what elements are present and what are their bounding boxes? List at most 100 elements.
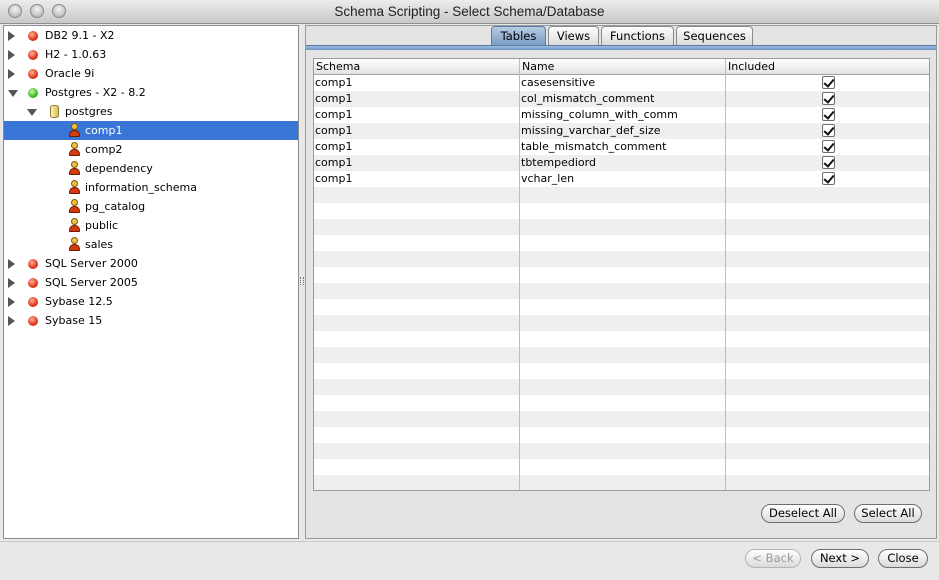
close-button[interactable]: Close [878,549,928,568]
table-row[interactable]: comp1 casesensitive [314,75,929,91]
table-row [314,443,929,459]
schema-user-icon [68,237,80,252]
table-row[interactable]: comp1 missing_column_with_comm [314,107,929,123]
column-header-included[interactable]: Included [726,59,929,75]
tree-item-label: SQL Server 2005 [45,276,138,289]
tree-item[interactable]: pg_catalog [4,197,298,216]
disclosure-right-icon[interactable] [8,50,15,60]
disclosure-down-icon[interactable] [8,90,18,97]
title-bar: Schema Scripting - Select Schema/Databas… [0,0,939,24]
disclosure-right-icon[interactable] [8,69,15,79]
tree-item-label: pg_catalog [85,200,146,213]
name-cell: col_mismatch_comment [521,92,655,105]
schema-user-icon [68,180,80,195]
included-checkbox[interactable] [822,140,835,153]
database-icon [50,105,59,118]
tree-item[interactable]: Sybase 15 [4,311,298,330]
table-row [314,331,929,347]
tree-item[interactable]: H2 - 1.0.63 [4,45,298,64]
tab-sequences[interactable]: Sequences [676,26,753,46]
table-row [314,363,929,379]
table-row [314,459,929,475]
name-cell: vchar_len [521,172,575,185]
included-checkbox[interactable] [822,124,835,137]
schema-user-icon [68,161,80,176]
table-row [314,299,929,315]
tree-item[interactable]: sales [4,235,298,254]
tab-strip [306,45,936,50]
tree-item[interactable]: comp1 [4,121,298,140]
table-row [314,475,929,490]
object-panel: Tables Views Functions Sequences Schema … [305,25,937,539]
schema-cell: comp1 [315,108,353,121]
red-status-icon [28,297,38,307]
tree-item[interactable]: postgres [4,102,298,121]
tree-item-label: public [85,219,119,232]
disclosure-right-icon[interactable] [8,259,15,269]
schema-cell: comp1 [315,92,353,105]
table-row[interactable]: comp1 tbtempediord [314,155,929,171]
next-button[interactable]: Next > [811,549,869,568]
table-row[interactable]: comp1 missing_varchar_def_size [314,123,929,139]
table-row [314,187,929,203]
tab-views[interactable]: Views [548,26,599,46]
table-row[interactable]: comp1 vchar_len [314,171,929,187]
tree-item-label: sales [85,238,114,251]
tree-item-label: comp1 [85,124,123,137]
tree-item[interactable]: information_schema [4,178,298,197]
disclosure-right-icon[interactable] [8,31,15,41]
tree-item[interactable]: Oracle 9i [4,64,298,83]
back-button[interactable]: < Back [745,549,801,568]
red-status-icon [28,259,38,269]
column-divider [725,59,726,490]
tree-item-label: SQL Server 2000 [45,257,138,270]
tables-grid[interactable]: Schema Name Included comp1 casesensitive c… [313,58,930,491]
tree-item-label: postgres [65,105,113,118]
table-row [314,267,929,283]
table-row [314,219,929,235]
tree-item[interactable]: dependency [4,159,298,178]
table-row[interactable]: comp1 col_mismatch_comment [314,91,929,107]
disclosure-right-icon[interactable] [8,278,15,288]
tree-item[interactable]: Postgres - X2 - 8.2 [4,83,298,102]
column-header-name[interactable]: Name [520,59,725,75]
included-checkbox[interactable] [822,108,835,121]
tree-item[interactable]: comp2 [4,140,298,159]
included-checkbox[interactable] [822,92,835,105]
tree-item[interactable]: SQL Server 2005 [4,273,298,292]
tree-item[interactable]: public [4,216,298,235]
schema-cell: comp1 [315,124,353,137]
tree-item[interactable]: SQL Server 2000 [4,254,298,273]
name-cell: casesensitive [521,76,596,89]
disclosure-right-icon[interactable] [8,316,15,326]
tree-item-label: dependency [85,162,153,175]
included-checkbox[interactable] [822,156,835,169]
tree-item-label: Oracle 9i [45,67,95,80]
tree-item-label: H2 - 1.0.63 [45,48,107,61]
column-header-schema[interactable]: Schema [314,59,519,75]
tree-item[interactable]: DB2 9.1 - X2 [4,26,298,45]
included-checkbox[interactable] [822,76,835,89]
name-cell: missing_column_with_comm [521,108,678,121]
tree-item[interactable]: Sybase 12.5 [4,292,298,311]
tree-item-label: DB2 9.1 - X2 [45,29,115,42]
name-cell: missing_varchar_def_size [521,124,661,137]
table-row [314,411,929,427]
deselect-all-button[interactable]: Deselect All [761,504,845,523]
tab-functions[interactable]: Functions [601,26,674,46]
tab-tables[interactable]: Tables [491,26,546,46]
table-row [314,203,929,219]
schema-cell: comp1 [315,140,353,153]
database-tree[interactable]: DB2 9.1 - X2 H2 - 1.0.63 Oracle 9i Postgres… [3,25,299,539]
included-checkbox[interactable] [822,172,835,185]
red-status-icon [28,316,38,326]
red-status-icon [28,50,38,60]
disclosure-down-icon[interactable] [27,109,37,116]
table-row[interactable]: comp1 table_mismatch_comment [314,139,929,155]
table-row [314,379,929,395]
table-row [314,395,929,411]
schema-user-icon [68,123,80,138]
disclosure-right-icon[interactable] [8,297,15,307]
select-all-button[interactable]: Select All [854,504,922,523]
name-cell: table_mismatch_comment [521,140,667,153]
